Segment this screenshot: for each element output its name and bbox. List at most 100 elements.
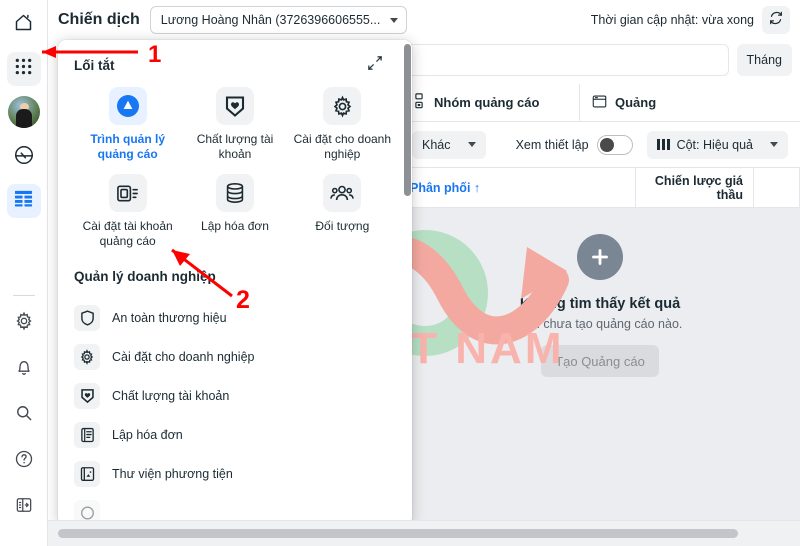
apps-grid-icon — [14, 57, 33, 81]
avatar[interactable] — [7, 96, 40, 128]
main-content: Nhóm quảng cáo Quảng Khác Xem thiết lập — [400, 84, 800, 520]
shortcuts-grid: Trình quản lý quảng cáo Chất lượng tài k… — [74, 87, 396, 249]
more-button[interactable]: Khác — [412, 130, 486, 159]
rail-item-panel-toggle[interactable] — [7, 490, 41, 524]
rail-item-settings[interactable] — [7, 306, 41, 340]
view-setup-label: Xem thiết lập — [515, 137, 589, 152]
tab-adsets-label: Nhóm quảng cáo — [434, 95, 540, 110]
empty-state: Không tìm thấy kết quả Bạn chưa tạo quản… — [400, 208, 800, 520]
all-tools-panel: Lối tắt Trình quản lý quảng cáo Chất lượ… — [58, 40, 412, 525]
business-items-list: An toàn thương hiệu Cài đặt cho doanh ng… — [74, 298, 396, 525]
search-input[interactable] — [400, 44, 729, 76]
rail-divider — [12, 295, 35, 296]
columns-button[interactable]: Cột: Hiệu quả — [646, 130, 788, 159]
rail-item-help[interactable] — [7, 444, 41, 478]
search-icon — [14, 403, 34, 428]
shortcut-account-quality[interactable]: Chất lượng tài khoản — [181, 87, 288, 162]
panel-toggle-icon — [14, 495, 34, 520]
view-setup-toggle[interactable] — [596, 134, 633, 155]
ads-manager-icon — [108, 87, 147, 125]
page-title: Chiến dịch — [58, 11, 140, 28]
business-section-title: Quản lý doanh nghiệp — [74, 269, 216, 284]
media-library-icon — [74, 460, 100, 487]
list-item-billing-label: Lập hóa đơn — [112, 427, 183, 442]
shortcut-audiences[interactable]: Đối tượng — [289, 174, 396, 249]
create-ad-button[interactable]: Tạo Quảng cáo — [541, 345, 659, 377]
shortcut-billing-label: Lập hóa đơn — [201, 219, 269, 233]
columns-button-label: Cột: Hiệu quả — [676, 137, 753, 152]
all-tools-panel-inner: Lối tắt Trình quản lý quảng cáo Chất lượ… — [58, 40, 412, 525]
column-header-extra[interactable] — [754, 168, 800, 207]
tab-bar: Nhóm quảng cáo Quảng — [400, 84, 800, 122]
panel-vertical-scrollbar[interactable] — [404, 44, 411, 196]
list-item-brand-safety[interactable]: An toàn thương hiệu — [74, 298, 396, 337]
adset-icon — [412, 93, 426, 112]
gear-icon — [74, 343, 100, 370]
list-item-business-settings[interactable]: Cài đặt cho doanh nghiệp — [74, 337, 396, 376]
filter-row: Tháng — [400, 42, 800, 78]
refresh-icon — [768, 10, 784, 31]
last-updated-text: Thời gian cập nhật: vừa xong — [590, 13, 754, 27]
ad-icon — [592, 94, 607, 112]
chevron-down-icon — [467, 142, 476, 147]
gear-icon — [14, 311, 34, 336]
shield-heart-icon — [215, 87, 254, 125]
ad-account-select[interactable]: Lương Hoàng Nhân (3726396606555... — [149, 6, 408, 34]
column-header-bid-strategy[interactable]: Chiến lược giá thầu — [636, 168, 754, 207]
column-header-delivery[interactable]: Phân phối ↑ — [400, 168, 636, 207]
gear-icon — [323, 87, 362, 125]
list-item-media-library-label: Thư viện phương tiện — [112, 466, 233, 481]
shortcut-ad-account-settings-label: Cài đặt tài khoản quảng cáo — [82, 219, 173, 248]
shortcut-account-quality-label: Chất lượng tài khoản — [196, 132, 274, 161]
shortcut-ads-manager-label: Trình quản lý quảng cáo — [90, 132, 165, 161]
refresh-button[interactable] — [762, 6, 790, 34]
columns-icon — [656, 139, 670, 150]
billing-coins-icon — [215, 174, 254, 212]
shortcut-billing[interactable]: Lập hóa đơn — [181, 174, 288, 249]
rail-item-notifications[interactable] — [7, 352, 41, 386]
more-button-label: Khác — [422, 137, 451, 152]
list-item-billing[interactable]: Lập hóa đơn — [74, 415, 396, 454]
shortcut-audiences-label: Đối tượng — [315, 219, 370, 233]
empty-state-subtitle: Bạn chưa tạo quảng cáo nào. — [517, 317, 683, 331]
view-setup-group: Xem thiết lập — [515, 134, 633, 155]
shortcut-ad-account-settings[interactable]: Cài đặt tài khoản quảng cáo — [74, 174, 181, 249]
bell-icon — [14, 357, 34, 382]
rail-item-home[interactable] — [7, 8, 41, 42]
list-item-account-quality-label: Chất lượng tài khoản — [112, 388, 230, 403]
chevron-down-icon — [770, 142, 778, 147]
rail-item-apps-grid[interactable] — [6, 52, 41, 86]
rail-item-dashboard[interactable] — [7, 140, 41, 174]
rail-bottom-group — [7, 295, 41, 546]
ad-account-select-value: Lương Hoàng Nhân (3726396606555... — [160, 13, 381, 27]
rail-item-search[interactable] — [7, 398, 41, 432]
billing-icon — [74, 421, 100, 448]
list-item-account-quality[interactable]: Chất lượng tài khoản — [74, 376, 396, 415]
rail-item-ads-table[interactable] — [6, 184, 41, 218]
top-bar-right: Thời gian cập nhật: vừa xong — [591, 6, 790, 34]
shield-heart-icon — [74, 382, 100, 409]
date-range-button[interactable]: Tháng — [736, 44, 792, 76]
table-header-row: Phân phối ↑ Chiến lược giá thầu — [400, 168, 800, 208]
tab-ads-label: Quảng — [615, 95, 657, 110]
plus-circle-icon — [577, 234, 623, 280]
horizontal-scrollbar-thumb[interactable] — [58, 529, 738, 538]
list-item-media-library[interactable]: Thư viện phương tiện — [74, 454, 396, 493]
table-toolbar: Khác Xem thiết lập Cột: Hiệu quả — [400, 122, 800, 168]
ad-account-settings-icon — [108, 174, 147, 212]
shield-icon — [74, 304, 100, 331]
empty-state-title: Không tìm thấy kết quả — [519, 296, 681, 312]
list-item-business-settings-label: Cài đặt cho doanh nghiệp — [112, 349, 255, 364]
shortcut-business-settings[interactable]: Cài đặt cho doanh nghiệp — [289, 87, 396, 162]
help-icon — [14, 449, 34, 474]
dashboard-icon — [13, 144, 35, 171]
list-item-brand-safety-label: An toàn thương hiệu — [112, 310, 227, 325]
shortcut-business-settings-label: Cài đặt cho doanh nghiệp — [293, 132, 392, 161]
home-icon — [13, 12, 34, 38]
left-rail — [0, 0, 48, 546]
tab-adsets[interactable]: Nhóm quảng cáo — [400, 84, 580, 121]
shortcut-ads-manager[interactable]: Trình quản lý quảng cáo — [74, 87, 181, 162]
tab-ads[interactable]: Quảng — [580, 84, 668, 121]
expand-icon[interactable] — [368, 56, 382, 75]
horizontal-scrollbar-track[interactable] — [48, 520, 800, 546]
